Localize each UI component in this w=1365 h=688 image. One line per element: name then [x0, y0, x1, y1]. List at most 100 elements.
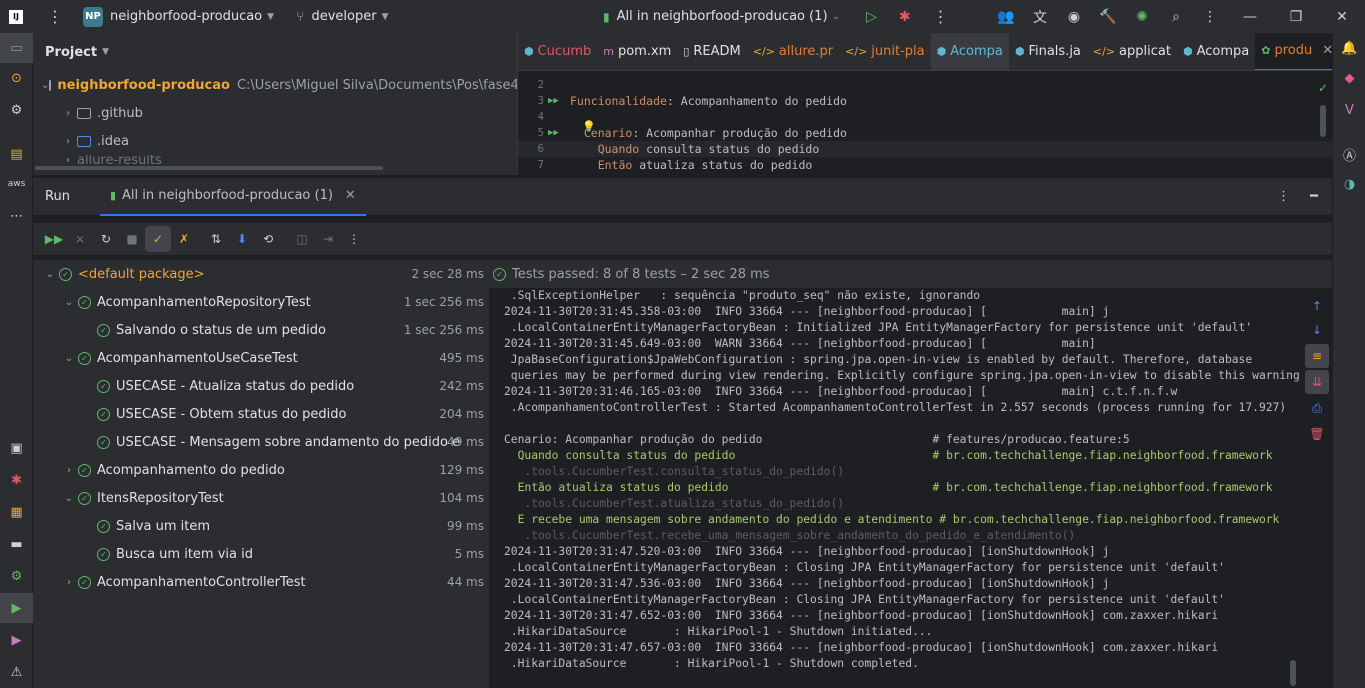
intention-bulb-icon[interactable]: 💡: [582, 120, 596, 133]
chevron-right-icon[interactable]: ›: [59, 108, 77, 119]
vue-icon[interactable]: V: [1333, 95, 1365, 125]
project-root-row[interactable]: ⌄ neighborfood-producao C:\Users\Miguel …: [33, 71, 523, 99]
test-tree-row[interactable]: › ✓ AcompanhamentoControllerTest 44 ms: [33, 568, 489, 596]
toggle-auto-test-icon[interactable]: ↻: [93, 226, 119, 252]
test-tree-row[interactable]: ⌄ ✓ ItensRepositoryTest 104 ms: [33, 484, 489, 512]
code-line[interactable]: 7 Então atualiza status do pedido: [518, 157, 1333, 173]
options-icon[interactable]: ⋮: [1277, 189, 1290, 204]
run-tab[interactable]: ▮ All in neighborfood-producao (1) ✕: [99, 178, 366, 216]
chevron-down-icon[interactable]: ⌄: [60, 297, 78, 308]
more-actions-icon[interactable]: ⋮: [933, 7, 949, 26]
screenshot-icon[interactable]: ◫: [289, 226, 315, 252]
more-tools-icon[interactable]: ⋯: [0, 201, 33, 231]
terminal-icon[interactable]: ▶: [0, 625, 33, 655]
plugin-icon[interactable]: ◆: [1333, 63, 1365, 93]
run-gutter-icon[interactable]: ▶▶: [544, 96, 570, 106]
import-tests-icon[interactable]: ⬇: [229, 226, 255, 252]
close-icon[interactable]: ✕: [1319, 9, 1365, 25]
tab-junit[interactable]: </> junit-pla: [839, 33, 930, 70]
maximize-icon[interactable]: ❐: [1273, 9, 1319, 25]
chevron-down-icon[interactable]: ⌄: [60, 353, 78, 364]
code-view[interactable]: 2 3 ▶▶ Funcionalidade: Acompanhamento do pe…: [518, 77, 1333, 173]
test-tree-row[interactable]: ✓ Busca um item via id 5 ms: [33, 540, 489, 568]
debug-icon[interactable]: ✱: [899, 9, 911, 25]
build-icon[interactable]: 🔨: [1091, 9, 1125, 25]
chevron-down-icon[interactable]: ⌄: [41, 80, 49, 91]
run-icon[interactable]: ▷: [866, 9, 877, 25]
font-icon[interactable]: Ⓐ: [1333, 139, 1365, 169]
close-tab-icon[interactable]: ✕: [1322, 43, 1332, 58]
show-ignored-icon[interactable]: ✗: [171, 226, 197, 252]
test-tree-row[interactable]: ✓ USECASE - Mensagem sobre andamento do p…: [33, 428, 489, 456]
clear-all-icon[interactable]: 🗑: [1305, 422, 1329, 446]
vcs-branch-switcher[interactable]: ⑂ developer ▼: [296, 9, 388, 25]
project-tool-icon[interactable]: ▭: [0, 33, 33, 63]
notifications-icon[interactable]: ⚠: [0, 657, 33, 687]
console-log[interactable]: .SqlExceptionHelper : sequência "produto…: [489, 288, 1301, 688]
show-passed-icon[interactable]: ✓: [145, 226, 171, 252]
terminal-panel-icon[interactable]: ▬: [0, 529, 33, 559]
run-tool-icon[interactable]: ▶: [0, 593, 33, 623]
chevron-right-icon[interactable]: ›: [59, 136, 77, 147]
settings-more-icon[interactable]: ⋮: [1193, 9, 1227, 25]
history-icon[interactable]: ⟲: [255, 226, 281, 252]
horizontal-scrollbar[interactable]: [35, 166, 383, 170]
tab-finals[interactable]: ⬢ Finals.ja: [1009, 33, 1087, 70]
code-line[interactable]: 2: [518, 77, 1333, 93]
tab-acompanhamento[interactable]: ⬢ Acompa: [930, 33, 1009, 70]
test-tree-row[interactable]: ✓ USECASE - Atualiza status do pedido 242 …: [33, 372, 489, 400]
tree-item[interactable]: › .github: [33, 99, 517, 127]
aws-icon[interactable]: aws: [0, 169, 33, 199]
console-scrollbar[interactable]: [1290, 660, 1296, 686]
scroll-to-end-icon[interactable]: ⇊: [1305, 370, 1329, 394]
database-icon[interactable]: ▦: [0, 497, 33, 527]
translate-icon[interactable]: 文: [1023, 7, 1057, 27]
chevron-down-icon[interactable]: ⌄: [41, 269, 59, 280]
tree-item[interactable]: › allure-results: [33, 155, 517, 165]
stop-icon[interactable]: ■: [119, 226, 145, 252]
problems-icon[interactable]: ✱: [0, 465, 33, 495]
test-tree-row[interactable]: ⌄ ✓ <default package> 2 sec 28 ms: [33, 260, 489, 288]
soft-wrap-icon[interactable]: ≡: [1305, 344, 1329, 368]
print-icon[interactable]: ⎙: [1305, 396, 1329, 420]
test-tree-row[interactable]: ⌄ ✓ AcompanhamentoRepositoryTest 1 sec 256 …: [33, 288, 489, 316]
more-icon[interactable]: ⋮: [341, 226, 367, 252]
services-icon[interactable]: ▣: [0, 433, 33, 463]
ai-assistant-icon[interactable]: ✺: [1125, 9, 1159, 25]
chevron-right-icon[interactable]: ›: [60, 465, 78, 476]
export-icon[interactable]: ⇥: [315, 226, 341, 252]
vertical-scrollbar[interactable]: [1320, 105, 1326, 137]
coverage-icon[interactable]: ◑: [1333, 169, 1365, 199]
test-tree-row[interactable]: ✓ Salva um item 99 ms: [33, 512, 489, 540]
tree-item[interactable]: › .idea: [33, 127, 517, 155]
rerun-icon[interactable]: ▶▶: [41, 226, 67, 252]
search-icon[interactable]: ⌕: [1159, 9, 1193, 25]
chevron-down-icon[interactable]: ⌄: [60, 493, 78, 504]
test-tree-row[interactable]: › ✓ Acompanhamento do pedido 129 ms: [33, 456, 489, 484]
close-icon[interactable]: ✕: [345, 188, 356, 203]
test-tree-row[interactable]: ✓ USECASE - Obtem status do pedido 204 ms: [33, 400, 489, 428]
minimize-icon[interactable]: —: [1227, 9, 1273, 25]
rerun-failed-icon[interactable]: ⨯: [67, 226, 93, 252]
tab-allure[interactable]: </> allure.pr: [747, 33, 839, 70]
sort-icon[interactable]: ⇅: [203, 226, 229, 252]
scroll-up-icon[interactable]: ↑: [1305, 294, 1329, 318]
run-gutter-icon[interactable]: ▶▶: [544, 128, 570, 138]
code-line[interactable]: 3 ▶▶ Funcionalidade: Acompanhamento do ped…: [518, 93, 1333, 109]
record-icon[interactable]: ◉: [1057, 9, 1091, 25]
settings-icon[interactable]: ⚙: [0, 561, 33, 591]
project-switcher[interactable]: NP neighborfood-producao ▼: [83, 6, 274, 27]
code-line[interactable]: 6 Quando consulta status do pedido: [518, 141, 1333, 157]
tab-application[interactable]: </> applicat: [1087, 33, 1177, 70]
tab-cucumber[interactable]: ⬢ Cucumb: [518, 33, 597, 70]
notifications-bell-icon[interactable]: 🔔: [1333, 33, 1365, 63]
code-line[interactable]: 4: [518, 109, 1333, 125]
run-config-selector[interactable]: ▮ All in neighborfood-producao (1) ⌄ ▷ ✱…: [603, 0, 949, 33]
structure-icon[interactable]: ⚙: [0, 95, 33, 125]
main-menu-icon[interactable]: ⋮: [47, 7, 63, 26]
tab-acompanhamento-2[interactable]: ⬢ Acompa: [1177, 33, 1255, 70]
bookmarks-icon[interactable]: ▤: [0, 139, 33, 169]
test-tree-row[interactable]: ✓ Salvando o status de um pedido 1 sec 256…: [33, 316, 489, 344]
tab-producao-feature[interactable]: ✿produ ✕: [1255, 33, 1332, 70]
tab-readme[interactable]: ▯ READM: [677, 33, 746, 70]
